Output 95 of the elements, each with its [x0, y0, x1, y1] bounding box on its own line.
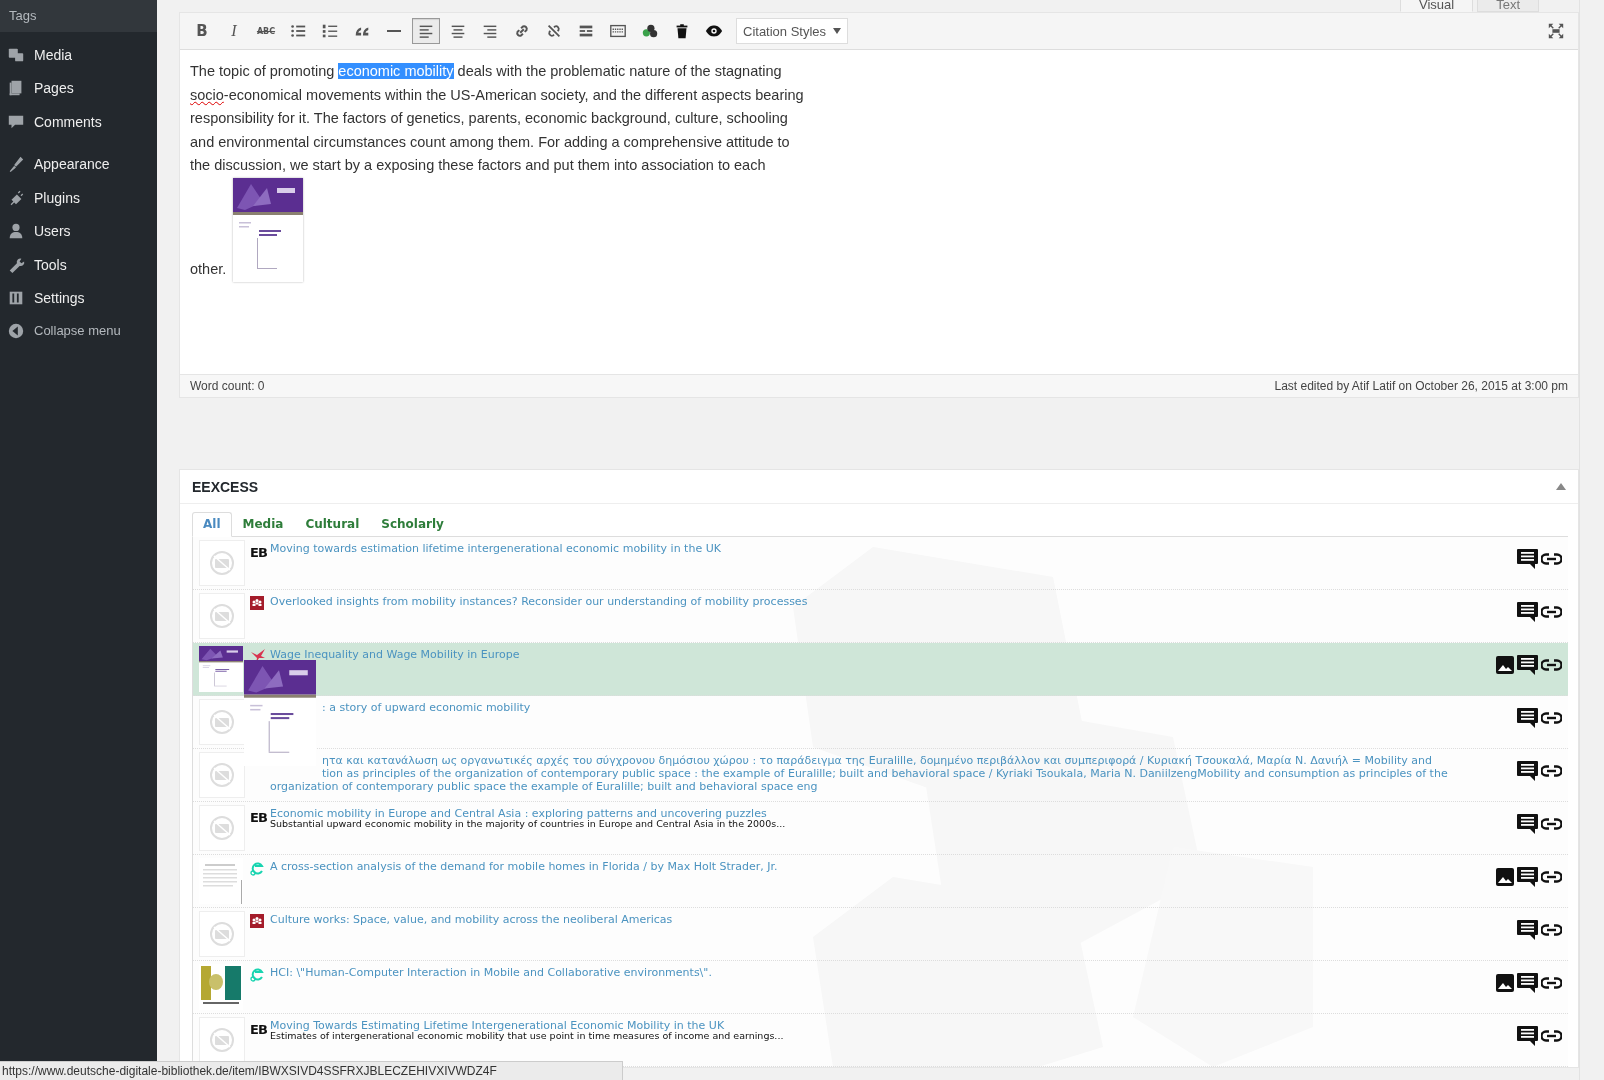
- caret-up-icon[interactable]: [1556, 483, 1566, 490]
- result-title[interactable]: A cross-section analysis of the demand for mobile homes in Florida / by Max Holt Strader, Jr.: [270, 860, 778, 873]
- e-logo-icon: [250, 861, 265, 876]
- no-image-icon: [199, 752, 245, 798]
- result-row[interactable]: EB Economic mobility in Europe and Central Asia : exploring patterns and uncovering puzzles Substantial upward economic mobility in the majority of countries in Europe and Central Asia in the 2000s...: [193, 802, 1568, 855]
- collapse-icon: [7, 321, 25, 340]
- result-title[interactable]: Overlooked insights from mobility instances? Reconsider our understanding of mobility processes: [270, 595, 808, 608]
- result-title[interactable]: Moving towards estimation lifetime intergenerational economic mobility in the UK: [270, 542, 721, 555]
- image-icon[interactable]: [1496, 656, 1514, 674]
- link-icon[interactable]: [1541, 1030, 1562, 1042]
- result-row[interactable]: Overlooked insights from mobility instances? Reconsider our understanding of mobility processes: [193, 590, 1568, 643]
- panel-title: EEXCESS: [192, 478, 259, 495]
- editor-mode-tab[interactable]: Visual: [1399, 0, 1474, 12]
- people-icon: [250, 596, 264, 610]
- comment-icon[interactable]: [1517, 973, 1538, 993]
- result-row[interactable]: A cross-section analysis of the demand for mobile homes in Florida / by Max Holt Strader, Jr.: [193, 855, 1568, 908]
- link-icon[interactable]: [1541, 659, 1562, 671]
- no-image-icon: [199, 593, 245, 639]
- result-row[interactable]: Culture works: Space, value, and mobility across the neoliberal Americas: [193, 908, 1568, 961]
- result-row[interactable]: : a story of upward economic mobility: [193, 696, 1568, 749]
- bold-button[interactable]: B: [188, 18, 216, 44]
- link-icon[interactable]: [1541, 871, 1562, 883]
- last-edited-text: Last edited by Atif Latif on October 26, 2015 at 3:00 pm: [1274, 379, 1568, 393]
- no-image-icon: [199, 540, 245, 586]
- editor-mode-tab[interactable]: Text: [1477, 0, 1539, 12]
- filter-tab[interactable]: Scholarly: [370, 512, 455, 537]
- italic-button[interactable]: I: [220, 18, 248, 44]
- align-left-button[interactable]: [412, 18, 440, 44]
- link-icon[interactable]: [1541, 818, 1562, 830]
- menu-item[interactable]: Media: [34, 46, 73, 63]
- result-row[interactable]: EB Moving towards estimation lifetime intergenerational economic mobility in the UK: [193, 537, 1568, 590]
- plugin-icon: [641, 22, 659, 40]
- result-title[interactable]: Economic mobility in Europe and Central Asia : exploring patterns and uncovering puzzles: [270, 807, 767, 820]
- comment-icon[interactable]: [1517, 920, 1538, 940]
- result-title-line[interactable]: tion as principles of the organization of contemporary public space : the example of Euralille; built and behavioral space / Kyriaki Tsoukala, Maria N. DaniilzengMobility and consumption as principles of the: [322, 767, 1448, 780]
- menu-item[interactable]: Appearance: [34, 156, 110, 173]
- word-count: Word count: 0: [190, 379, 265, 393]
- numbered-list-icon: [321, 22, 339, 40]
- source-logo: EB: [250, 1022, 267, 1037]
- link-icon: [513, 22, 531, 40]
- result-title[interactable]: HCI: \"Human-Computer Interaction in Mobile and Collaborative environments\".: [270, 966, 712, 979]
- comment-icon[interactable]: [1517, 867, 1538, 887]
- e-logo-icon: [250, 967, 265, 982]
- result-row[interactable]: HCI: \"Human-Computer Interaction in Mobile and Collaborative environments\".: [193, 961, 1568, 1014]
- menu-item[interactable]: Settings: [34, 290, 85, 307]
- source-logo: EB: [250, 545, 267, 560]
- result-title-line[interactable]: organization of contemporary public space the example of Euralille; built and behavioral space eng: [270, 780, 818, 793]
- link-icon[interactable]: [1541, 606, 1562, 618]
- comment-icon[interactable]: [1517, 1026, 1538, 1046]
- toolbar-toggle-icon: [609, 22, 627, 40]
- comment-icon[interactable]: [1517, 549, 1538, 569]
- result-title[interactable]: Wage Inequality and Wage Mobility in Europe: [270, 648, 520, 661]
- menu-item[interactable]: Comments: [34, 113, 102, 130]
- link-icon[interactable]: [1541, 712, 1562, 724]
- source-logo: EB: [250, 810, 267, 825]
- user-icon: [7, 222, 25, 241]
- image-icon[interactable]: [1496, 974, 1514, 992]
- horizontal-rule-icon: [387, 30, 401, 32]
- no-image-icon: [199, 911, 245, 957]
- menu-item[interactable]: Plugins: [34, 189, 80, 206]
- menu-item[interactable]: Pages: [34, 80, 74, 97]
- image-icon[interactable]: [1496, 868, 1514, 886]
- link-icon[interactable]: [1541, 924, 1562, 936]
- comment-icon[interactable]: [1517, 655, 1538, 675]
- menu-item[interactable]: Tools: [34, 256, 67, 273]
- unlink-icon: [545, 22, 563, 40]
- submenu-item[interactable]: Tags: [9, 8, 37, 23]
- no-image-icon: [199, 1017, 245, 1063]
- expand-icon: [1547, 22, 1565, 40]
- result-title[interactable]: Culture works: Space, value, and mobility across the neoliberal Americas: [270, 913, 673, 926]
- result-title[interactable]: : a story of upward economic mobility: [322, 701, 531, 714]
- paintbrush-icon: [7, 155, 25, 174]
- menu-item[interactable]: Users: [34, 223, 71, 240]
- filter-tab[interactable]: All: [192, 512, 232, 537]
- result-title[interactable]: Moving Towards Estimating Lifetime Intergenerational Economic Mobility in the UK: [270, 1019, 725, 1032]
- link-icon[interactable]: [1541, 553, 1562, 565]
- no-image-icon: [199, 699, 245, 745]
- bullet-list-icon: [289, 22, 307, 40]
- caret-icon: [833, 28, 842, 34]
- post-paragraph: The topic of promoting economic mobility deals with the problematic nature of the stagnating socio-economical movements within the US-American society, and the different aspects bearing responsibility for it. The factors of genetics, parents, economic background, culture, schooling and environmental circumstances count among them. For adding a comprehensive attitude to the discussion, we start by a exposing these factors and put them into association to each other.: [190, 60, 805, 282]
- comment-icon[interactable]: [1517, 708, 1538, 728]
- result-title-line[interactable]: ητα και κατανάλωση ως οργανωτικές αρχές του σύγχρονου δημόσιου χώρου : το παράδειγμα της Euralille, δομημένο περιβάλλον και συμπεριφορά / Κυριακή Τσουκαλά, Μαρία Ν. Δανιήλ = Mobility and: [322, 754, 1432, 767]
- comment-icon[interactable]: [1517, 761, 1538, 781]
- link-icon[interactable]: [1541, 765, 1562, 777]
- filter-tab[interactable]: Cultural: [294, 512, 371, 537]
- comment-icon[interactable]: [1517, 602, 1538, 622]
- comment-icon[interactable]: [1517, 814, 1538, 834]
- strikethrough-button[interactable]: ABC: [252, 18, 280, 44]
- no-image-icon: [199, 805, 245, 851]
- citation-styles-dropdown[interactable]: Citation Styles: [736, 18, 849, 44]
- status-bar-url: https://www.deutsche-digitale-bibliothek.de/item/IBWXSIVD4SSFRXJBLECZEHIVXIVWDZ4F: [0, 1061, 623, 1080]
- link-icon[interactable]: [1541, 977, 1562, 989]
- collapse-menu-link[interactable]: Collapse menu: [34, 323, 121, 339]
- filter-tab[interactable]: Media: [231, 512, 295, 537]
- people-icon: [250, 914, 264, 928]
